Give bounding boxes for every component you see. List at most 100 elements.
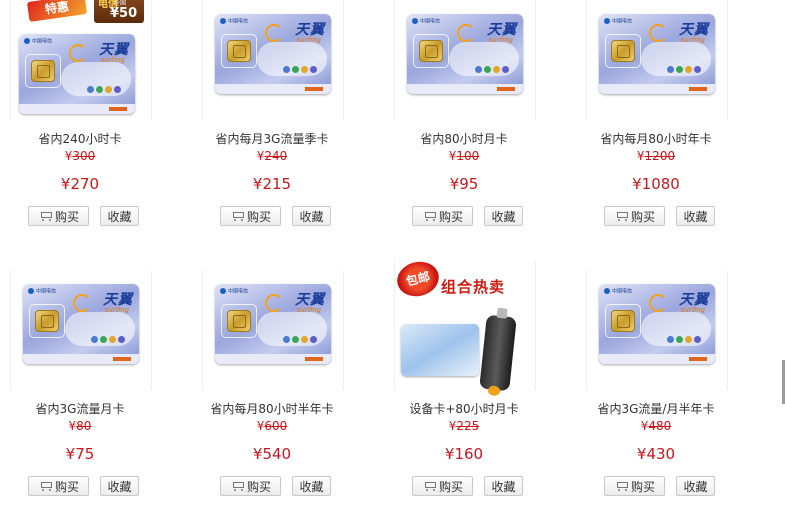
product-image[interactable]: 包邮 组合热卖	[393, 257, 536, 392]
product-image[interactable]: 中国电信 天翼 surfing	[10, 270, 152, 390]
cart-icon	[614, 481, 630, 492]
telecom-logo: 中国电信	[412, 18, 442, 25]
sim-card-image: 中国电信 天翼 surfing	[407, 14, 523, 94]
sale-price: ¥75	[65, 445, 95, 463]
product-name[interactable]: 省内3G流量月卡	[10, 400, 150, 417]
favorite-button[interactable]: 收藏	[484, 476, 523, 496]
original-price: ¥100	[448, 149, 480, 163]
product-name[interactable]: 省内3G流量/月半年卡	[586, 400, 726, 417]
sale-price: ¥160	[444, 445, 484, 463]
buy-button[interactable]: 购买	[28, 206, 89, 226]
product-card: 中国电信 天翼 surfing 省内80小时月卡 ¥100 ¥95 购买 收藏	[394, 0, 554, 250]
product-card: 中国电信 天翼 surfing 省内每月3G流量季卡 ¥240 ¥215 购买 …	[202, 0, 362, 250]
product-name[interactable]: 省内每月3G流量季卡	[202, 130, 342, 147]
original-price: ¥225	[448, 419, 480, 433]
favorite-button[interactable]: 收藏	[676, 476, 715, 496]
original-price: ¥80	[68, 419, 92, 433]
sim-card-image: 中国电信 天翼 surfing	[599, 14, 715, 94]
telecom-logo: 中国电信	[220, 288, 250, 295]
sim-card-image: 中国电信 天翼 surfing	[599, 284, 715, 364]
sale-price: ¥430	[636, 445, 676, 463]
swirl-logo-icon	[649, 294, 667, 312]
combo-title: 组合热卖	[441, 278, 506, 296]
product-name[interactable]: 省内每月80小时年卡	[586, 130, 726, 147]
buy-button[interactable]: 购买	[412, 476, 473, 496]
swirl-logo-icon	[73, 294, 91, 312]
product-name[interactable]: 设备卡+80小时月卡	[394, 400, 534, 417]
product-name[interactable]: 省内80小时月卡	[394, 130, 534, 147]
sale-price: ¥270	[60, 175, 100, 193]
product-image[interactable]: 中国电信 天翼 surfing	[586, 0, 728, 120]
cart-icon	[230, 211, 246, 222]
chip-icon	[227, 310, 251, 332]
product-card: 中国电信 天翼 surfing 省内3G流量月卡 ¥80 ¥75 购买 收藏	[10, 270, 170, 520]
sale-price: ¥215	[252, 175, 292, 193]
cart-icon	[614, 211, 630, 222]
favorite-button[interactable]: 收藏	[100, 476, 139, 496]
sale-price: ¥540	[252, 445, 292, 463]
product-image[interactable]: 中国电信 天翼 surfing	[586, 270, 728, 390]
chip-icon	[419, 40, 443, 62]
buy-button[interactable]: 购买	[220, 206, 281, 226]
cart-icon	[38, 211, 54, 222]
usb-modem-image	[479, 314, 517, 392]
swirl-logo-icon	[649, 24, 667, 42]
cart-icon	[230, 481, 246, 492]
swirl-logo-icon	[457, 24, 475, 42]
promo-badge: 特惠 电信 全国 ¥50	[26, 0, 146, 24]
chip-icon	[611, 310, 635, 332]
buy-button[interactable]: 购买	[412, 206, 473, 226]
telecom-logo: 中国电信	[220, 18, 250, 25]
product-card: 包邮 组合热卖 设备卡+80小时月卡 ¥225 ¥160 购买 收藏	[393, 257, 554, 520]
product-image[interactable]: 中国电信 天翼 surfing	[202, 270, 344, 390]
swirl-logo-icon	[265, 24, 283, 42]
chip-icon	[401, 324, 417, 338]
buy-button[interactable]: 购买	[28, 476, 89, 496]
original-price: ¥600	[256, 419, 288, 433]
favorite-button[interactable]: 收藏	[292, 206, 331, 226]
original-price: ¥1200	[636, 149, 676, 163]
cart-icon	[38, 481, 54, 492]
chip-icon	[611, 40, 635, 62]
original-price: ¥300	[64, 149, 96, 163]
chip-icon	[31, 60, 55, 82]
product-grid: 中国电信 天翼 surfing 省内240小时卡 ¥300 ¥270 购买 收藏…	[0, 0, 785, 505]
sale-price: ¥95	[449, 175, 479, 193]
sim-card-image: 中国电信 天翼 surfing	[19, 34, 135, 114]
sale-price: ¥1080	[632, 175, 680, 193]
product-name[interactable]: 省内240小时卡	[10, 130, 150, 147]
sim-card-image: 中国电信 天翼 surfing	[215, 14, 331, 94]
telecom-logo: 中国电信	[28, 288, 58, 295]
favorite-button[interactable]: 收藏	[676, 206, 715, 226]
telecom-logo: 中国电信	[24, 38, 54, 45]
product-card: 中国电信 天翼 surfing 省内每月80小时半年卡 ¥600 ¥540 购买…	[202, 270, 362, 520]
buy-button[interactable]: 购买	[604, 206, 665, 226]
product-card: 中国电信 天翼 surfing 省内240小时卡 ¥300 ¥270 购买 收藏	[10, 0, 170, 250]
favorite-button[interactable]: 收藏	[100, 206, 139, 226]
product-name[interactable]: 省内每月80小时半年卡	[202, 400, 342, 417]
cart-icon	[422, 211, 438, 222]
promo-ribbon: 特惠	[26, 0, 88, 22]
sim-card-image	[401, 324, 479, 376]
cart-icon	[422, 481, 438, 492]
promo-price-tag: 电信 全国 ¥50	[94, 0, 144, 23]
original-price: ¥480	[640, 419, 672, 433]
buy-button[interactable]: 购买	[220, 476, 281, 496]
original-price: ¥240	[256, 149, 288, 163]
product-card: 中国电信 天翼 surfing 省内每月80小时年卡 ¥1200 ¥1080 购…	[586, 0, 746, 250]
product-image[interactable]: 中国电信 天翼 surfing	[394, 0, 536, 120]
telecom-logo: 中国电信	[604, 288, 634, 295]
sim-card-image: 中国电信 天翼 surfing	[215, 284, 331, 364]
chip-icon	[227, 40, 251, 62]
telecom-logo: 中国电信	[604, 18, 634, 25]
free-shipping-burst: 包邮	[393, 257, 443, 301]
sim-card-image: 中国电信 天翼 surfing	[23, 284, 139, 364]
buy-button[interactable]: 购买	[604, 476, 665, 496]
chip-icon	[35, 310, 59, 332]
favorite-button[interactable]: 收藏	[484, 206, 523, 226]
swirl-logo-icon	[69, 44, 87, 62]
swirl-logo-icon	[265, 294, 283, 312]
product-card: 中国电信 天翼 surfing 省内3G流量/月半年卡 ¥480 ¥430 购买…	[586, 270, 746, 520]
product-image[interactable]: 中国电信 天翼 surfing	[202, 0, 344, 120]
favorite-button[interactable]: 收藏	[292, 476, 331, 496]
